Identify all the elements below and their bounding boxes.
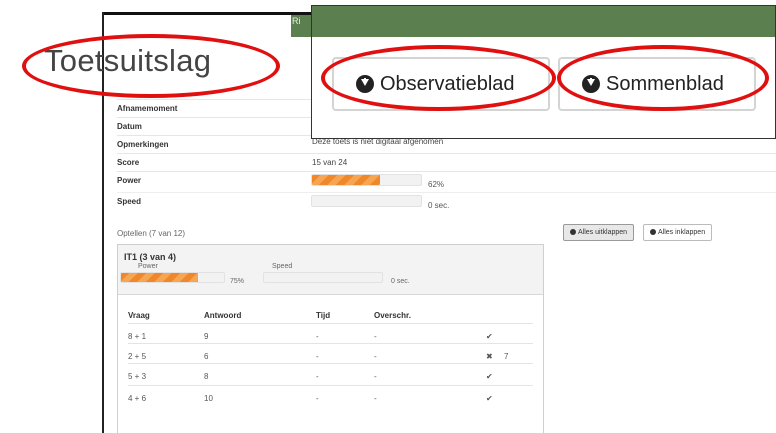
cell-vraag: 8 + 1 — [128, 332, 147, 341]
panel-speed-value: 0 sec. — [391, 278, 410, 285]
report-top-border — [103, 12, 313, 15]
col-header-overschr: Overschr. — [374, 311, 411, 320]
item-panel: IT1 (3 van 4) Power Speed 75% 0 sec. Vra… — [117, 244, 544, 433]
col-header-antwoord: Antwoord — [204, 311, 242, 320]
annotation-ellipse-title — [22, 34, 280, 98]
expand-all-button[interactable]: Alles uitklappen — [563, 224, 635, 241]
panel-power-value: 75% — [230, 278, 245, 285]
cell-overschr: - — [374, 332, 377, 341]
cell-antwoord: 8 — [204, 372, 209, 381]
collapse-all-button[interactable]: Alles inklappen — [643, 224, 713, 241]
panel-power-bar — [120, 272, 225, 283]
power-value: 62% — [428, 180, 445, 189]
check-icon: ✔ — [486, 394, 493, 403]
item-panel-header[interactable]: IT1 (3 van 4) Power Speed 75% 0 sec. — [118, 245, 543, 295]
speed-progress-bar — [311, 195, 422, 207]
speed-value: 0 sec. — [428, 201, 450, 210]
panel-power-fill — [121, 273, 199, 282]
cell-overschr: - — [374, 394, 377, 403]
cell-antwoord: 9 — [204, 332, 209, 341]
info-label: Afnamemoment — [117, 104, 178, 113]
section-label: Optellen (7 van 12) — [117, 229, 186, 238]
cell-vraag: 2 + 5 — [128, 352, 147, 361]
info-row-score: Score 15 van 24 — [117, 153, 776, 171]
cell-vraag: 4 + 6 — [128, 394, 147, 403]
cell-tijd: - — [316, 372, 319, 381]
cell-tijd: - — [316, 394, 319, 403]
col-header-vraag: Vraag — [128, 311, 150, 320]
cell-tijd: - — [316, 352, 319, 361]
info-label: Score — [117, 158, 140, 167]
expand-all-label: Alles uitklappen — [578, 229, 628, 236]
check-icon: ✔ — [486, 332, 493, 341]
info-label: Datum — [117, 122, 142, 131]
cell-overschr: - — [374, 352, 377, 361]
collapse-icon — [650, 229, 656, 235]
panel-speed-bar — [263, 272, 383, 283]
cell-antwoord: 10 — [204, 394, 213, 403]
zoom-header-bar — [312, 6, 775, 37]
cell-overschr: - — [374, 372, 377, 381]
table-row: 4 + 6 10 - - ✔ — [128, 385, 533, 410]
cross-icon: ✖ — [486, 352, 493, 361]
cell-correction: 7 — [504, 352, 509, 361]
panel-power-label: Power — [138, 263, 158, 270]
item-panel-title: IT1 (3 van 4) — [124, 252, 177, 262]
cell-vraag: 5 + 3 — [128, 372, 147, 381]
info-label: Opmerkingen — [117, 140, 169, 149]
cell-antwoord: 6 — [204, 352, 209, 361]
info-label: Speed — [117, 197, 142, 206]
expand-icon — [570, 229, 576, 235]
info-row-power: Power — [117, 171, 776, 189]
report-header-text: Ri — [292, 16, 301, 26]
cell-tijd: - — [316, 332, 319, 341]
power-progress-bar — [311, 174, 422, 186]
power-progress-fill — [312, 175, 380, 185]
panel-speed-label: Speed — [272, 263, 293, 270]
info-label: Power — [117, 176, 142, 185]
check-icon: ✔ — [486, 372, 493, 381]
col-header-tijd: Tijd — [316, 311, 331, 320]
annotation-ellipse-sommenblad — [557, 45, 769, 111]
annotation-ellipse-observatieblad — [321, 45, 556, 111]
info-value: 15 van 24 — [312, 158, 348, 167]
collapse-all-label: Alles inklappen — [658, 229, 706, 236]
